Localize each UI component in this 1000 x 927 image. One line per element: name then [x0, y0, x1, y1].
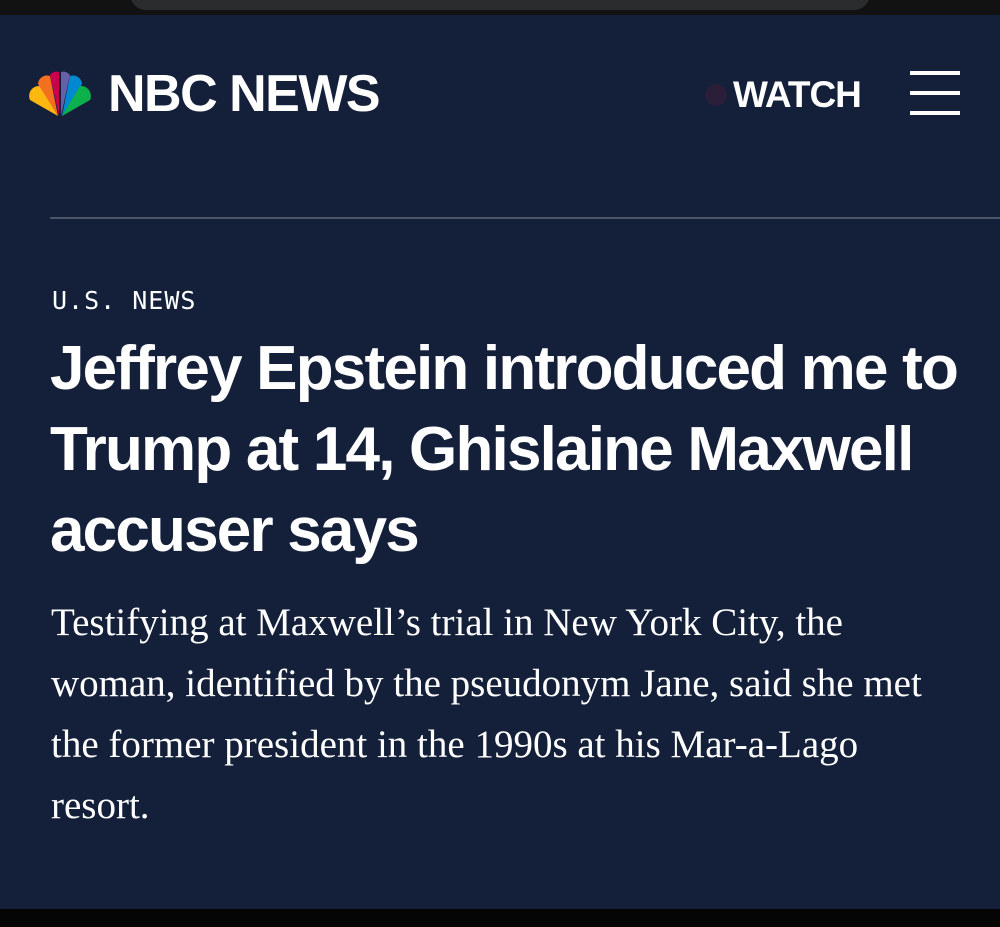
hamburger-menu-icon[interactable]: [910, 71, 960, 115]
browser-top-bar: [0, 0, 1000, 15]
address-bar[interactable]: [130, 0, 870, 10]
browser-bottom-bar: [0, 909, 1000, 927]
menu-line: [910, 71, 960, 75]
menu-line: [910, 111, 960, 115]
menu-line: [910, 91, 960, 95]
news-screen: NBC NEWS WATCH U.S. NEWS Jeffrey Epstein…: [0, 0, 1000, 927]
section-label[interactable]: U.S. NEWS: [52, 286, 196, 316]
watch-label: WATCH: [733, 74, 862, 115]
live-dot-icon: [705, 84, 727, 106]
article-dek: Testifying at Maxwell’s trial in New Yor…: [51, 601, 922, 827]
peacock-feathers: [29, 71, 91, 116]
watch-link[interactable]: WATCH: [705, 74, 862, 115]
brand-wordmark: NBC NEWS: [108, 65, 381, 123]
site-header: NBC NEWS WATCH: [0, 15, 1000, 175]
article-headline: Jeffrey Epstein introduced me to Trump a…: [50, 334, 959, 565]
header-divider: [50, 217, 1000, 219]
peacock-icon: [29, 71, 91, 116]
nbc-news-logo[interactable]: NBC NEWS: [24, 65, 381, 123]
